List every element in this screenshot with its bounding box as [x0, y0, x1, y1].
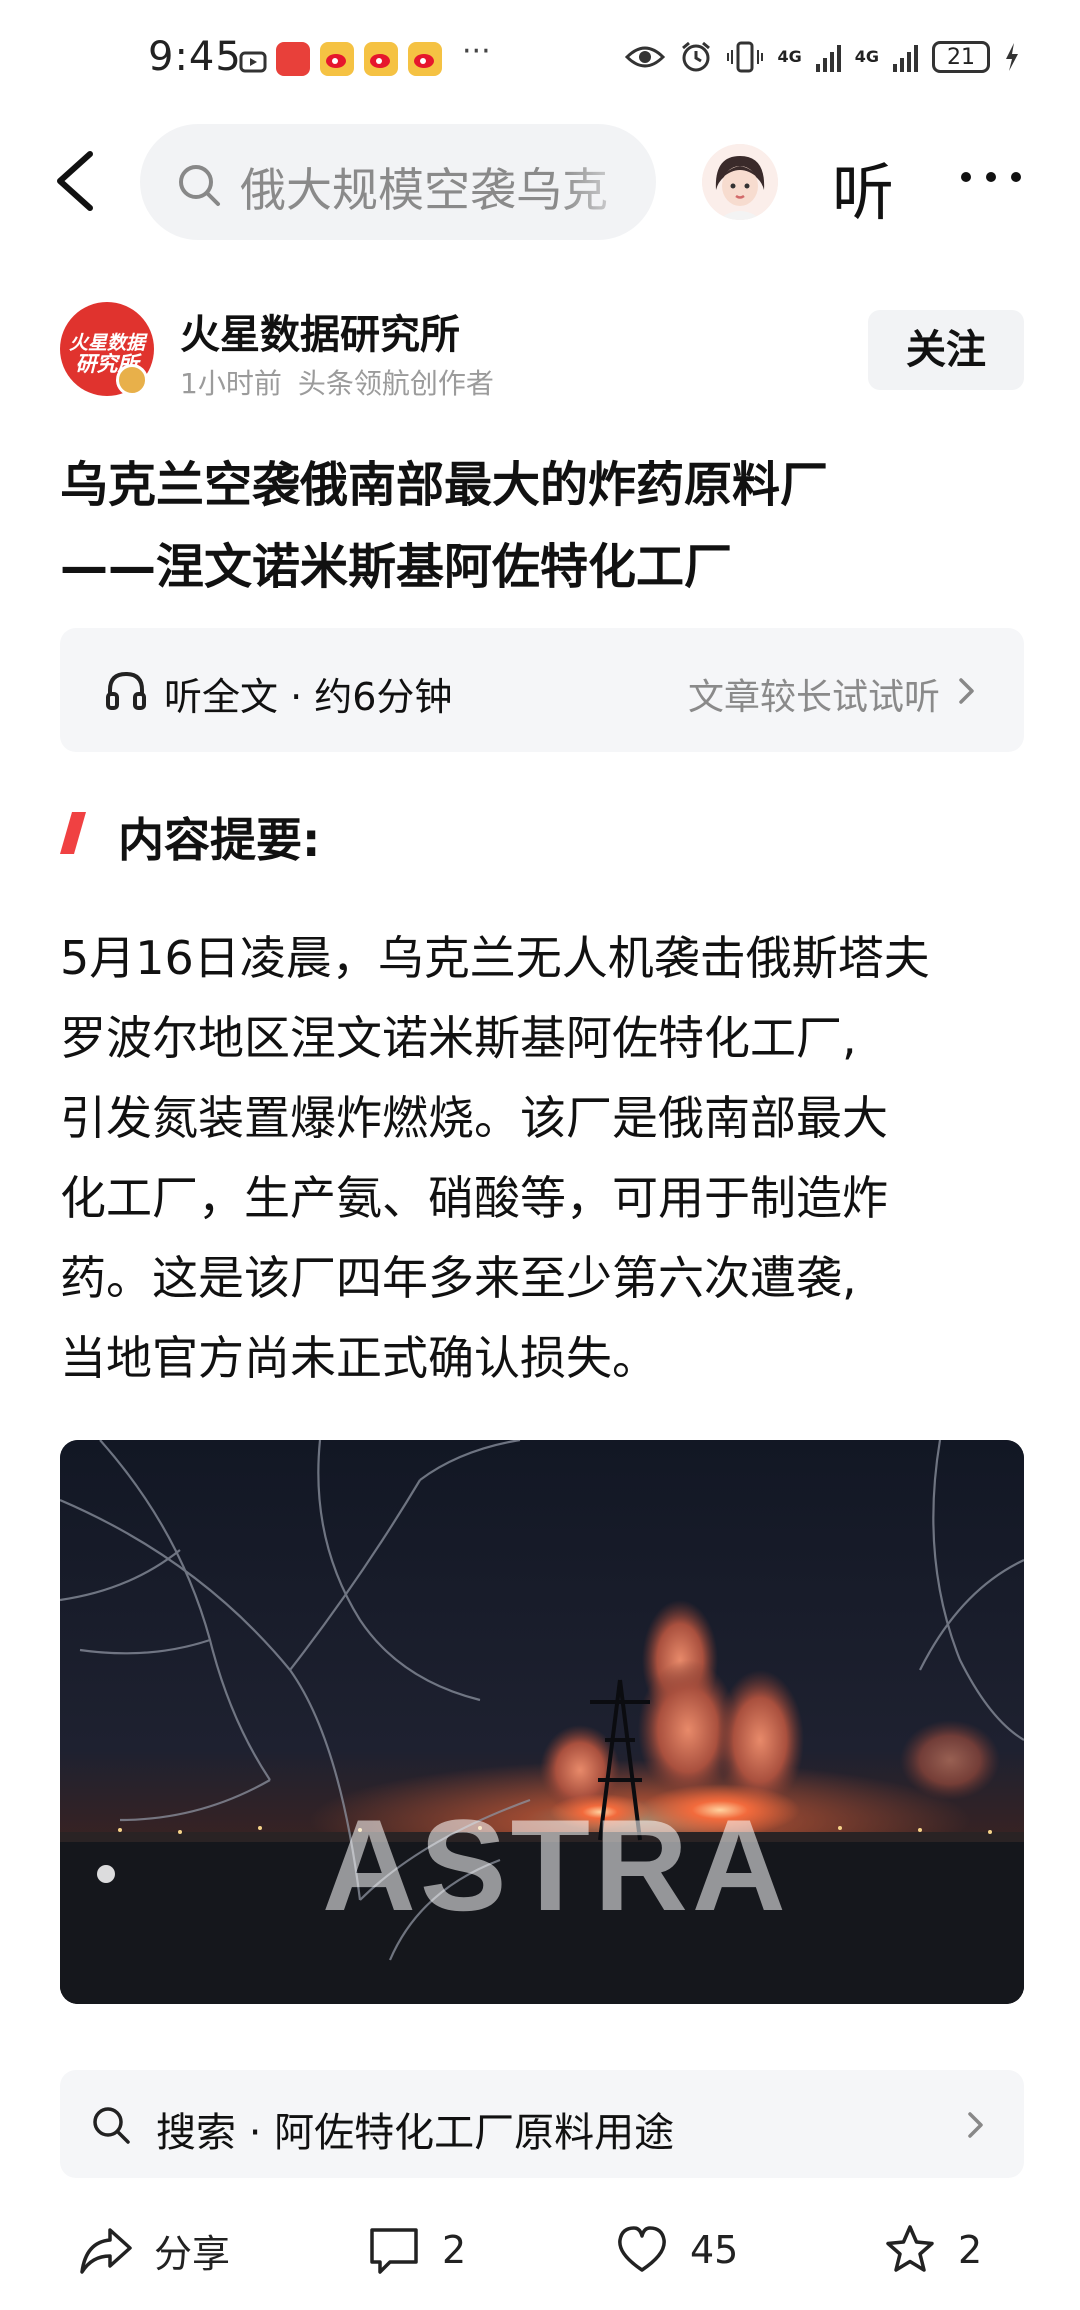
favorite-button[interactable]: 2 [882, 2220, 982, 2280]
article-title: 乌克兰空袭俄南部最大的炸药原料厂 ——涅文诺米斯基阿佐特化工厂 [60, 444, 1020, 608]
body-line: 5月16日凌晨，乌克兰无人机袭击俄斯塔夫 [60, 931, 930, 985]
post-time: 1小时前 [180, 367, 282, 400]
heart-icon [618, 2226, 666, 2272]
top-nav: 俄大规模空袭乌克 听 [0, 120, 1080, 240]
search-input[interactable]: 俄大规模空袭乌克 [140, 124, 656, 240]
listen-hint: 文章较长试试听 [687, 677, 940, 718]
network-type-1: 4G [777, 47, 802, 66]
user-avatar[interactable] [702, 144, 778, 220]
alarm-icon [239, 51, 267, 73]
bottom-action-bar: 分享 2 45 2 [0, 2196, 1080, 2310]
article-image[interactable]: ASTRA [60, 1440, 1024, 2004]
status-more-dots: ··· [462, 34, 491, 69]
status-time: 9:45 [148, 34, 242, 80]
chevron-right-icon [959, 678, 974, 704]
more-options-icon[interactable] [956, 152, 1026, 202]
comment-button[interactable]: 2 [366, 2220, 466, 2280]
vibrate-icon [727, 41, 764, 73]
weibo-icon [320, 42, 354, 76]
charging-icon [1006, 43, 1018, 71]
body-line: 药。这是该厂四年多来至少第六次遭袭, [60, 1251, 857, 1305]
favorite-count: 2 [958, 2228, 983, 2272]
comment-icon [370, 2228, 418, 2274]
comment-count: 2 [442, 2228, 467, 2272]
search-icon [179, 165, 220, 206]
related-search-bar[interactable]: 搜索 · 阿佐特化工厂原料用途 [60, 2070, 1024, 2178]
search-icon [93, 2107, 130, 2144]
share-button[interactable]: 分享 [78, 2220, 230, 2280]
body-line: 罗波尔地区涅文诺米斯基阿佐特化工厂, [60, 1011, 857, 1065]
body-line: 当地官方尚未正式确认损失。 [60, 1331, 658, 1385]
creator-badge-icon [116, 364, 148, 396]
follow-button[interactable]: 关注 [868, 310, 1024, 390]
related-search-label: 搜索 · 阿佐特化工厂原料用途 [156, 2110, 675, 2156]
battery-indicator: 21 [932, 41, 990, 73]
share-label: 分享 [154, 2231, 231, 2276]
weibo-icon [364, 42, 398, 76]
alarm-clock-icon [682, 41, 711, 72]
author-meta: 1小时前 头条领航创作者 [180, 362, 494, 402]
search-placeholder: 俄大规模空袭乌克 [240, 163, 608, 217]
like-button[interactable]: 45 [614, 2220, 738, 2280]
huawei-app-icon [276, 42, 310, 76]
network-type-2: 4G [854, 47, 879, 66]
body-line: 引发氮装置爆炸燃烧。该厂是俄南部最大 [60, 1091, 888, 1145]
share-icon [80, 2228, 132, 2274]
status-bar: 9:45 ··· 4G 4G 21 [0, 0, 1080, 120]
section-accent-mark [60, 812, 86, 854]
listen-full-text-label: 听全文 · 约6分钟 [164, 675, 453, 719]
weibo-icon [408, 42, 442, 76]
title-line: ——涅文诺米斯基阿佐特化工厂 [60, 539, 733, 595]
title-line: 乌克兰空袭俄南部最大的炸药原料厂 [60, 457, 829, 513]
article-body: 5月16日凌晨，乌克兰无人机袭击俄斯塔夫 罗波尔地区涅文诺米斯基阿佐特化工厂, … [60, 918, 1024, 1398]
listen-full-text-bar[interactable]: 听全文 · 约6分钟 文章较长试试听 [60, 628, 1024, 752]
chevron-right-icon [968, 2112, 983, 2138]
author-name[interactable]: 火星数据研究所 [180, 302, 460, 360]
status-indicators: 4G 4G 21 [625, 40, 1020, 74]
eye-icon [625, 46, 666, 68]
summary-heading: 内容提要: [118, 813, 321, 867]
back-arrow-icon[interactable] [48, 148, 104, 214]
signal-icon [893, 42, 918, 72]
listen-button[interactable]: 听 [832, 142, 894, 232]
author-role: 头条领航创作者 [297, 367, 494, 400]
star-icon [886, 2225, 934, 2272]
like-count: 45 [690, 2228, 739, 2272]
image-watermark: ASTRA [322, 1792, 790, 1938]
body-line: 化工厂，生产氨、硝酸等，可用于制造炸 [60, 1171, 888, 1225]
headphone-icon [106, 671, 146, 710]
signal-icon [815, 42, 841, 72]
